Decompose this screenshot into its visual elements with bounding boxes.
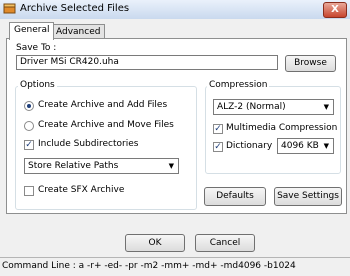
compression-method-select[interactable]: ALZ-2 (Normal) ▼ [213,99,334,115]
paths-select[interactable]: Store Relative Paths ▼ [24,158,179,174]
create-move-label: Create Archive and Move Files [38,120,174,130]
radio-selected-dot [27,104,31,108]
general-tab-panel: Save To : Driver MSi CR420.uha Browse Op… [6,38,347,214]
create-move-radio[interactable] [24,121,34,131]
create-sfx-checkbox[interactable] [24,186,34,196]
chevron-down-icon: ▼ [323,103,329,111]
title-bar: Archive Selected Files X [0,0,350,20]
defaults-button[interactable]: Defaults [204,187,266,206]
multimedia-checkbox[interactable]: ✓ [213,124,223,134]
create-add-label: Create Archive and Add Files [38,100,168,110]
dictionary-label: Dictionary [226,141,273,151]
paths-select-value: Store Relative Paths [28,161,119,171]
create-sfx-label: Create SFX Archive [38,185,125,195]
close-icon[interactable]: X [323,2,347,18]
window-title: Archive Selected Files [20,3,130,14]
dictionary-size-value: 4096 KB [281,141,319,151]
dictionary-size-select[interactable]: 4096 KB ▼ [277,138,334,154]
compression-method-value: ALZ-2 (Normal) [217,102,286,112]
multimedia-label: Multimedia Compression [226,123,338,133]
save-settings-button[interactable]: Save Settings [274,187,342,206]
command-line-text: Command Line : a -r+ -ed- -pr -m2 -mm+ -… [2,261,296,271]
include-subdirs-label: Include Subdirectories [38,139,139,149]
chevron-down-icon: ▼ [323,142,329,150]
options-group-title: Options [18,80,57,90]
tab-general[interactable]: General [9,22,55,40]
include-subdirs-checkbox[interactable]: ✓ [24,140,34,150]
save-to-label: Save To : [16,43,57,53]
archive-app-icon [3,3,16,14]
tab-advanced[interactable]: Advanced [51,24,106,39]
cancel-button[interactable]: Cancel [195,234,255,252]
status-bar: Command Line : a -r+ -ed- -pr -m2 -mm+ -… [0,257,350,276]
dialog-body: General Advanced Save To : Driver MSi CR… [0,19,350,257]
dictionary-checkbox[interactable]: ✓ [213,142,223,152]
save-to-input[interactable]: Driver MSi CR420.uha [16,55,278,70]
chevron-down-icon: ▼ [168,162,174,170]
create-add-radio[interactable] [24,101,34,111]
ok-button[interactable]: OK [125,234,185,252]
compression-group-title: Compression [207,80,270,90]
browse-button[interactable]: Browse [285,55,336,72]
